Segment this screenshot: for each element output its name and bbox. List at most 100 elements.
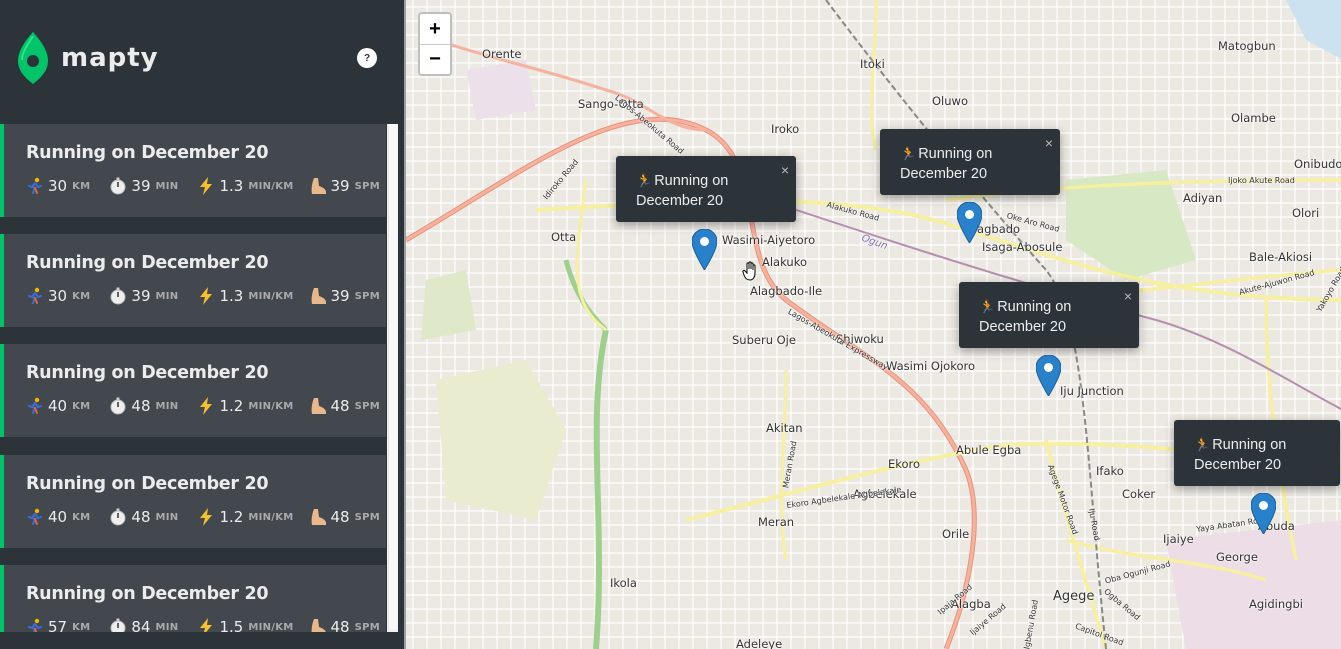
workout-card[interactable]: Running on December 20 30 KM 39 MIN 1.3 …	[0, 234, 386, 327]
workout-duration: 84 MIN	[109, 618, 178, 632]
workout-pace: 1.2 MIN/KM	[197, 397, 293, 415]
workout-duration: 39 MIN	[109, 177, 178, 195]
workout-popup[interactable]: 🏃 Running on December 20	[1174, 420, 1340, 486]
workout-card[interactable]: Running on December 20 30 KM 39 MIN 1.3 …	[0, 124, 386, 217]
cadence-value: 39	[330, 287, 350, 305]
stopwatch-icon	[109, 618, 127, 632]
distance-value: 40	[48, 397, 68, 415]
place-label: Onibudo	[1294, 157, 1341, 171]
workout-list: Running on December 20 30 KM 39 MIN 1.3 …	[0, 124, 398, 632]
zoom-in-button[interactable]: +	[420, 14, 450, 44]
duration-value: 48	[131, 508, 151, 526]
workout-popup[interactable]: × 🏃 Running on December 20	[959, 282, 1139, 348]
lightning-icon	[197, 508, 215, 526]
workout-distance: 30 KM	[26, 287, 90, 305]
stopwatch-icon	[109, 397, 127, 415]
place-label: Iju Junction	[1060, 384, 1124, 398]
cadence-unit: SPM	[354, 290, 380, 302]
place-label: Olori	[1292, 206, 1320, 220]
cadence-value: 48	[330, 618, 350, 632]
duration-unit: MIN	[155, 511, 179, 523]
workout-pace: 1.3 MIN/KM	[197, 287, 293, 305]
map-marker-icon[interactable]	[1036, 355, 1061, 396]
cadence-unit: SPM	[354, 621, 380, 633]
workout-distance: 57 KM	[26, 618, 90, 632]
cadence-unit: SPM	[354, 400, 380, 412]
runner-icon: 🏃	[979, 299, 996, 314]
workout-cadence: 48 SPM	[309, 508, 380, 526]
workout-card[interactable]: Running on December 20 40 KM 48 MIN 1.2 …	[0, 344, 386, 437]
workout-cadence: 39 SPM	[309, 177, 380, 195]
place-label: Ekoro	[888, 457, 921, 471]
map-marker-icon[interactable]	[1251, 493, 1276, 534]
distance-value: 57	[48, 618, 68, 632]
workout-card[interactable]: Running on December 20 40 KM 48 MIN 1.2 …	[0, 455, 386, 548]
place-label: Ijaiye	[1163, 532, 1194, 546]
place-label: Coker	[1122, 487, 1156, 501]
help-button[interactable]: ?	[357, 48, 377, 68]
place-label: Orente	[482, 47, 522, 61]
popup-text: Running on	[997, 299, 1072, 315]
road-label: Ijoko Akute Road	[1228, 176, 1295, 185]
duration-unit: MIN	[155, 400, 179, 412]
place-label: Akitan	[766, 421, 803, 435]
place-label: Agege	[1053, 589, 1095, 604]
runner-icon	[26, 508, 44, 526]
distance-unit: KM	[72, 180, 91, 192]
cadence-value: 48	[330, 508, 350, 526]
place-label: Oluwo	[932, 94, 968, 108]
workout-cadence: 48 SPM	[309, 618, 380, 632]
pace-value: 1.3	[219, 177, 244, 195]
workout-distance: 40 KM	[26, 508, 90, 526]
workout-cadence: 39 SPM	[309, 287, 380, 305]
popup-text: December 20	[900, 166, 988, 182]
place-label: Alagbado-Ile	[750, 284, 823, 298]
runner-icon	[26, 397, 44, 415]
popup-close-button[interactable]: ×	[1124, 286, 1132, 306]
distance-value: 30	[48, 287, 68, 305]
map-tiles	[406, 0, 1341, 649]
workout-pace: 1.3 MIN/KM	[197, 177, 293, 195]
distance-unit: KM	[72, 290, 91, 302]
place-label: Suberu Oje	[732, 333, 796, 347]
place-label: George	[1216, 550, 1258, 564]
place-label: Iroko	[771, 122, 800, 136]
workout-card[interactable]: Running on December 20 57 KM 84 MIN 1.5 …	[0, 565, 386, 632]
lightning-icon	[197, 177, 215, 195]
place-label: Alakuko	[762, 255, 807, 269]
workout-popup[interactable]: × 🏃 Running on December 20	[616, 156, 796, 222]
pace-unit: MIN/KM	[248, 400, 294, 412]
runner-icon: 🏃	[1194, 437, 1211, 452]
popup-text: December 20	[636, 193, 724, 209]
workout-duration: 39 MIN	[109, 287, 178, 305]
place-label: Wasimi Ojokoro	[886, 359, 976, 373]
popup-close-button[interactable]: ×	[781, 160, 789, 180]
runner-icon	[26, 287, 44, 305]
distance-value: 40	[48, 508, 68, 526]
place-label: Isaga-Abosule	[982, 240, 1063, 254]
workout-cadence: 48 SPM	[309, 397, 380, 415]
workout-title: Running on December 20	[26, 363, 269, 383]
popup-text: Running on	[1212, 437, 1287, 453]
zoom-out-button[interactable]: −	[420, 44, 450, 74]
place-label: Agidingbi	[1249, 597, 1303, 611]
cadence-value: 39	[330, 177, 350, 195]
map[interactable]: + − Orente Sango-Otta Iroko Itoki Oluwo …	[404, 0, 1341, 649]
pace-unit: MIN/KM	[248, 290, 294, 302]
distance-unit: KM	[72, 400, 91, 412]
distance-unit: KM	[72, 621, 91, 633]
workout-pace: 1.2 MIN/KM	[197, 508, 293, 526]
map-marker-icon[interactable]	[957, 202, 982, 243]
pace-value: 1.5	[219, 618, 244, 632]
runner-icon	[26, 177, 44, 195]
workout-popup[interactable]: × 🏃 Running on December 20	[880, 129, 1060, 195]
popup-text: December 20	[979, 319, 1067, 335]
lightning-icon	[197, 397, 215, 415]
workout-title: Running on December 20	[26, 584, 269, 604]
popup-close-button[interactable]: ×	[1045, 133, 1053, 153]
distance-value: 30	[48, 177, 68, 195]
map-marker-icon[interactable]	[692, 229, 717, 270]
place-label: Adiyan	[1183, 191, 1223, 205]
popup-text: Running on	[918, 146, 993, 162]
brand: mapty	[18, 32, 159, 84]
